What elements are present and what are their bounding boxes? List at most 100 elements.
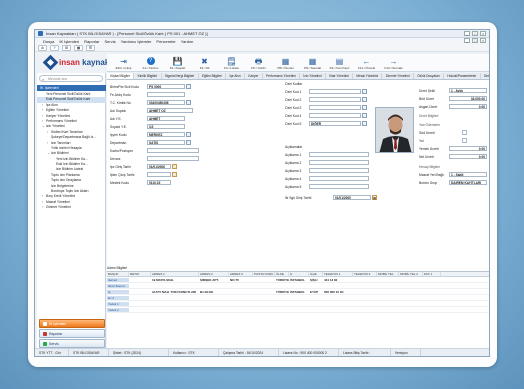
grid-column-header[interactable]: MOBİL TEL [377,272,399,276]
form-field[interactable]: 01/01/2006 [147,164,171,169]
calendar-icon[interactable]: ▦ [372,195,377,200]
note-field[interactable] [309,184,369,189]
grid-column-header[interactable]: ADRES 1 [151,272,199,276]
table-cell[interactable] [129,296,151,300]
grid-column-header[interactable]: POSTA KODU [253,272,275,276]
sicil-wage-checkbox[interactable] [462,130,467,135]
form-field[interactable]: 03400450456 [147,100,185,105]
table-cell[interactable] [151,302,199,306]
table-cell[interactable] [309,308,323,312]
table-cell[interactable] [199,302,229,306]
table-cell[interactable] [275,302,289,306]
table-cell[interactable] [289,284,309,288]
table-cell[interactable] [377,278,399,282]
table-cell[interactable] [129,284,151,288]
grid-column-header[interactable]: MOBİL TEL 2 [399,272,423,276]
table-cell[interactable] [353,302,377,306]
table-cell[interactable] [229,302,253,306]
special-code-field[interactable]: DİĞER [309,121,361,126]
table-cell[interactable] [129,308,151,312]
table-cell[interactable] [253,308,275,312]
table-cell[interactable] [309,302,323,306]
table-cell[interactable] [353,290,377,294]
table-cell[interactable] [399,284,423,288]
tab-item[interactable]: Eğitim Bilgileri [199,73,227,79]
table-cell[interactable] [309,296,323,300]
grid-column-header[interactable]: FAX 1 [423,272,441,276]
form-field[interactable] [147,148,199,153]
table-cell[interactable]: TÜRKİYE [275,278,289,282]
menu-yardim[interactable]: Yardım [181,39,194,44]
table-cell[interactable] [275,308,289,312]
table-cell[interactable] [377,302,399,306]
grid-column-header[interactable]: DETAY [129,272,151,276]
table-cell[interactable]: EYÜP [309,290,323,294]
table-cell[interactable] [199,284,229,288]
help-icon[interactable]: ? [50,44,59,51]
lookup-icon[interactable] [186,140,191,145]
table-cell[interactable] [323,296,353,300]
tab-item[interactable]: Özlük Dosyaları [414,73,444,79]
grid-column-header[interactable]: İL [289,272,309,276]
table-cell[interactable] [289,308,309,312]
maximize-button[interactable]: □ [472,31,478,36]
table-cell[interactable] [399,278,423,282]
special-code-field[interactable] [309,89,361,94]
table-cell[interactable] [377,308,399,312]
tab-item[interactable]: Sigorta/Vergi Bilgileri [162,73,199,79]
search-input[interactable]: ⌕ Menüde ara [39,75,103,82]
note-field[interactable] [309,168,369,173]
grid-column-header[interactable]: ÜLKE [275,272,289,276]
road-checkbox[interactable] [462,138,467,143]
menu-raporlar[interactable]: Raporlar [84,39,99,44]
table-cell[interactable] [323,284,353,288]
menu-dosya[interactable]: Dosya [43,39,54,44]
close-button[interactable]: × [480,31,486,36]
help-button[interactable]: ? F1->Yardım [137,54,164,71]
table-cell[interactable] [151,308,199,312]
next-record-button[interactable]: → F12->Sonraki [380,54,407,71]
grid-column-header[interactable]: ADRES 3 [229,272,253,276]
minimum-wage-field[interactable]: 0,00 [449,104,487,109]
table-cell[interactable]: ŞİMŞEK APT. [199,278,229,282]
table-cell[interactable] [199,296,229,300]
menu-pencereler[interactable]: Pencereler [156,39,175,44]
gross-wage-field[interactable]: 33.000,00 [449,96,487,101]
list-button[interactable]: 🗒 F4->Listele [218,54,245,71]
page-next-button[interactable]: ▦ PN->Sonraki [299,54,326,71]
table-cell[interactable] [253,290,275,294]
tab-item[interactable]: İşe Alım [226,73,246,79]
table-cell[interactable] [229,308,253,312]
menu-yardimci-islemler[interactable]: Yardımcı İşlemler [121,39,152,44]
table-cell[interactable] [289,302,309,306]
grid-column-header[interactable]: TELEFON 1 [323,272,353,276]
table-cell[interactable] [253,278,275,282]
escape-button[interactable]: ⇥ ESC->Çıkış [110,54,137,71]
net-wage-field[interactable]: 0,00 [449,154,487,159]
inner-close-button[interactable]: × [480,38,486,43]
form-field[interactable]: SATIŞ [147,140,185,145]
minimize-button[interactable]: _ [464,31,470,36]
special-code-field[interactable] [309,113,361,118]
table-cell[interactable] [323,302,353,306]
delete-button[interactable]: ✖ F3->Sil [191,54,218,71]
table-cell[interactable]: 19 MAYIS MAH. [151,278,199,282]
lookup-icon[interactable] [362,97,367,102]
form-field[interactable]: AHMET ÖZ [147,108,193,113]
inner-minimize-button[interactable]: _ [464,38,470,43]
table-cell[interactable] [309,284,323,288]
table-cell[interactable] [129,278,151,282]
table-cell[interactable] [377,284,399,288]
sidebar-item[interactable]: › Zimmet Yönetimi [37,205,106,210]
table-cell[interactable] [253,284,275,288]
sgk-date-field[interactable]: 01/01/2000 [333,195,371,200]
tab-item[interactable]: Zimmet Yönetimi [382,73,414,79]
new-record-button[interactable]: ▤ F9->Yeni Kayıt [326,54,353,71]
grid-icon[interactable]: ⊞ [62,44,71,51]
table-cell[interactable] [229,290,253,294]
employee-photo[interactable] [375,107,414,153]
print-button[interactable]: 🖶 F5->Yazdır [245,54,272,71]
form-field[interactable] [147,92,185,97]
table-cell[interactable] [253,296,275,300]
table-cell[interactable] [199,308,229,312]
